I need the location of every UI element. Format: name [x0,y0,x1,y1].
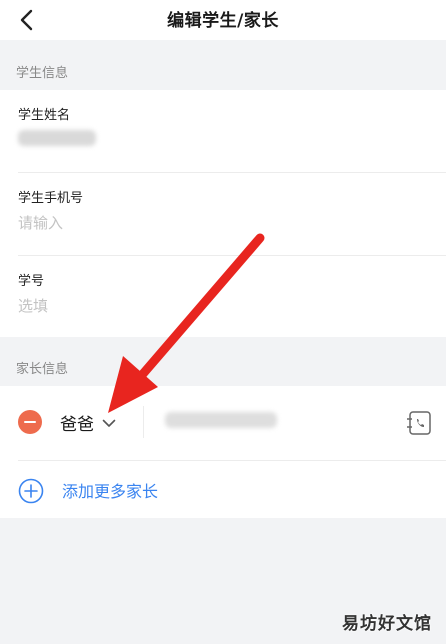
student-phone-field: 学生手机号 [0,173,446,255]
student-id-input[interactable] [18,292,418,320]
nav-bar: 编辑学生/家长 [0,0,446,40]
page-title: 编辑学生/家长 [167,11,279,31]
parent-section-header: 家长信息 [16,361,69,377]
chevron-down-icon [102,419,116,427]
student-id-field: 学号 [0,256,446,338]
parent-phone-redacted [165,412,277,428]
student-name-label: 学生姓名 [18,108,71,123]
add-more-parent-label: 添加更多家长 [62,482,159,501]
watermark: 易坊好文馆 [342,614,432,634]
student-name-input[interactable] [18,126,418,154]
add-more-parent-button[interactable]: 添加更多家长 [0,461,446,519]
contact-book-icon [407,411,431,435]
parent-row: 爸爸 [0,386,446,460]
relation-select[interactable]: 爸爸 [60,406,116,438]
student-section-header: 学生信息 [16,65,69,81]
divider [143,406,144,438]
student-phone-input[interactable] [18,209,418,237]
student-name-field: 学生姓名 [0,90,446,172]
relation-label: 爸爸 [60,414,94,435]
student-phone-label: 学生手机号 [18,191,84,206]
remove-parent-button[interactable] [18,410,42,434]
student-info-card: 学生姓名 学生手机号 学号 [0,90,446,337]
parent-info-card: 爸爸 添加更多家长 [0,386,446,518]
plus-circle-icon [18,478,44,504]
student-id-label: 学号 [18,274,45,289]
contact-book-button[interactable] [405,410,433,436]
